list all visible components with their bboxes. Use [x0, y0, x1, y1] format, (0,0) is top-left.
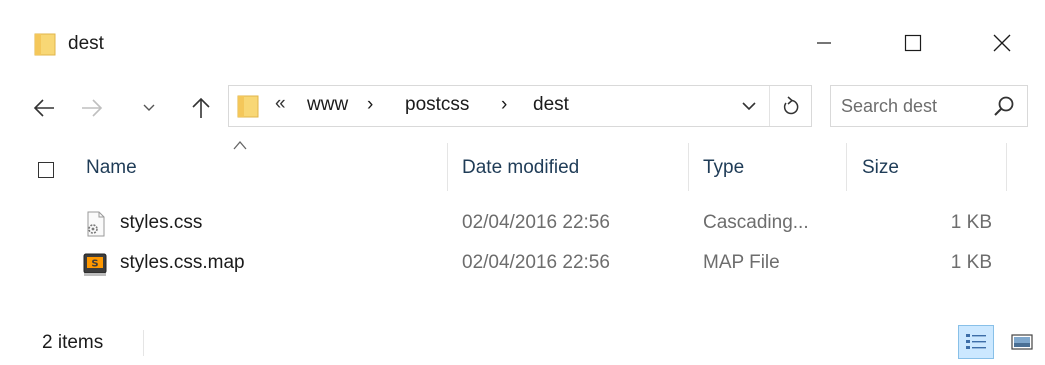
close-icon [993, 34, 1011, 52]
column-divider[interactable] [688, 143, 689, 191]
folder-icon [34, 33, 56, 56]
arrow-left-icon [33, 99, 54, 117]
title-bar[interactable]: dest [0, 0, 1045, 74]
breadcrumb-separator[interactable]: › [501, 94, 507, 116]
maximize-icon [904, 34, 922, 52]
chevron-down-icon [742, 101, 756, 110]
breadcrumb-dest[interactable]: dest [533, 94, 569, 116]
refresh-button[interactable] [769, 86, 811, 126]
file-size: 1 KB [950, 212, 992, 233]
breadcrumb-overflow[interactable]: « [275, 93, 286, 115]
file-type: Cascading... [703, 212, 809, 233]
breadcrumb-separator[interactable]: › [367, 94, 373, 116]
file-name[interactable]: styles.css [120, 212, 202, 234]
column-divider[interactable] [447, 143, 448, 191]
close-button[interactable] [970, 20, 1034, 66]
maximize-button[interactable] [881, 20, 945, 66]
css-file-icon [87, 211, 105, 237]
column-divider[interactable] [1006, 143, 1007, 191]
details-view-icon [966, 334, 986, 349]
search-icon[interactable] [991, 94, 1017, 120]
file-date-modified: 02/04/2016 22:56 [462, 212, 610, 233]
file-size: 1 KB [950, 252, 992, 273]
sort-ascending-icon [233, 141, 247, 150]
minimize-button[interactable] [792, 20, 856, 66]
arrow-right-icon [82, 99, 103, 117]
file-row[interactable]: S styles.css.map 02/04/2016 22:56 MAP Fi… [0, 248, 1045, 280]
breadcrumb-www[interactable]: www [307, 94, 348, 116]
breadcrumb-postcss[interactable]: postcss [405, 94, 469, 116]
column-header-size[interactable]: Size [862, 157, 899, 179]
status-bar: 2 items [0, 322, 1045, 365]
column-header-type[interactable]: Type [703, 157, 744, 179]
minimize-icon [817, 42, 831, 44]
large-icons-view-button[interactable] [1005, 325, 1039, 359]
back-button[interactable] [28, 90, 60, 126]
arrow-up-icon [192, 97, 210, 118]
folder-icon [237, 95, 259, 118]
window-title: dest [68, 33, 104, 54]
address-dropdown-button[interactable] [729, 86, 769, 126]
file-name[interactable]: styles.css.map [120, 252, 245, 274]
recent-locations-button[interactable] [139, 90, 159, 126]
item-count: 2 items [42, 332, 104, 353]
file-type: MAP File [703, 252, 780, 273]
search-input[interactable] [841, 94, 981, 118]
status-divider [143, 330, 144, 356]
chevron-down-icon [143, 104, 155, 111]
select-all-checkbox[interactable] [38, 162, 54, 178]
forward-button[interactable] [76, 90, 108, 126]
column-header-date-modified[interactable]: Date modified [462, 157, 579, 179]
sublime-file-icon: S [83, 253, 107, 276]
column-header-name[interactable]: Name [86, 157, 137, 179]
search-box[interactable] [830, 85, 1028, 127]
svg-text:S: S [91, 259, 98, 270]
details-view-button[interactable] [958, 325, 994, 359]
column-divider[interactable] [846, 143, 847, 191]
file-date-modified: 02/04/2016 22:56 [462, 252, 610, 273]
file-row[interactable]: styles.css 02/04/2016 22:56 Cascading...… [0, 208, 1045, 240]
address-bar[interactable]: « www › postcss › dest [228, 85, 812, 127]
large-icons-view-icon [1011, 334, 1033, 350]
refresh-icon [783, 96, 798, 115]
column-header-row: Name Date modified Type Size [0, 135, 1045, 197]
up-button[interactable] [185, 90, 217, 126]
